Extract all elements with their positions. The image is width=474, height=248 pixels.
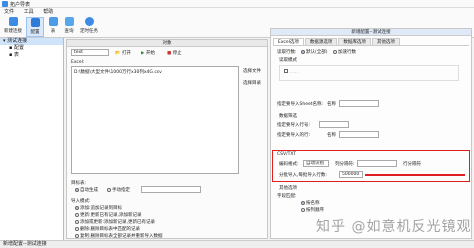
read-default-radio[interactable]: 默认(全部) [301, 49, 328, 55]
object-panel: 对象 text 📂 打开 ▶ 开始 ■ 停止 Excel: D:\数据\大型文件… [66, 39, 268, 239]
start-button[interactable]: ▶ 开始 [141, 50, 155, 56]
menu-tools[interactable]: 工具 [24, 9, 34, 15]
menu-bar: 文件 工具 帮助 [0, 8, 474, 16]
mode-update-radio[interactable]: 更新:更新已有记录,添加新记录 [75, 212, 141, 218]
row-separator-label: 行分隔符 [403, 162, 421, 167]
tab-excel-options[interactable]: Excel选项 [273, 38, 304, 45]
clock-icon [84, 17, 94, 26]
other-section: 其他选项 [279, 186, 297, 191]
choose-dir-button[interactable]: 选择目录 [243, 80, 261, 86]
stop-button[interactable]: ■ 停止 [167, 50, 182, 56]
batch-rows-input[interactable]: 500000 [339, 171, 363, 178]
scheduled-task-button[interactable]: 定时任务 [78, 17, 100, 37]
encoding-label: 编码格式: [279, 162, 299, 167]
choose-file-button[interactable]: 选择文件 [243, 68, 261, 74]
open-button[interactable]: 📂 打开 [115, 50, 131, 56]
file-type-select[interactable]: text [71, 49, 109, 56]
table-icon [48, 17, 58, 26]
config-tabs: Excel选项 数据源选项 数据库选项 其他选项 [273, 38, 401, 45]
read-rows-label: 读取行数: [277, 50, 297, 55]
table-button[interactable]: 表 [46, 17, 60, 37]
target-table-input[interactable] [141, 186, 201, 193]
match-name-radio[interactable]: 按名称 [301, 200, 320, 206]
status-text: 新增配置--测试连接 [3, 241, 47, 247]
tree-node-table[interactable]: ▪ 表 [0, 52, 63, 59]
app-title: 拓户导表 [10, 2, 31, 8]
tab-datasource-options[interactable]: 数据源选项 [304, 38, 338, 45]
mode-append-update-radio[interactable]: 添加或更新:添加新记录,更新已有记录 [75, 219, 155, 225]
target-label: 目标表: [71, 181, 87, 186]
mode-copy-radio[interactable]: 复制:删除目标表全部记录并重新导入数据 [75, 233, 163, 239]
config-icon [30, 18, 40, 27]
tab-other-options[interactable]: 其他选项 [371, 38, 400, 45]
condition-input[interactable] [339, 131, 379, 138]
csv-txt-highlight: CSV/TXT 编码格式: 自动识别 列分隔符: 行分隔符 分批导入,每批导入行… [272, 150, 470, 182]
filter-section: 数据筛选 [279, 114, 297, 119]
sheet-name-label: 名称 [327, 102, 336, 107]
read-mode-option[interactable]: …… [284, 69, 298, 75]
watermark-text: 知乎 @如意机反光镜观 [316, 219, 472, 235]
config-panel-header: 新增配置--测试连接 [271, 29, 471, 36]
import-mode-label: 导入模式: [71, 199, 91, 204]
batch-underline [365, 174, 465, 176]
status-bar: 新增配置--测试连接 [0, 240, 474, 248]
mode-delete-radio[interactable]: 删除:删除目标表中匹配的记录 [75, 226, 140, 232]
config-button[interactable]: 配置 [26, 17, 44, 37]
title-bar: 拓户导表 [0, 0, 474, 8]
query-button[interactable]: 查询 [62, 17, 76, 37]
object-panel-header: 对象 [67, 40, 267, 47]
manual-specify-radio[interactable]: 手动指定 [107, 187, 130, 193]
sheet-label: 指定要导入Sheet名称: [277, 102, 324, 107]
source-label: Excel: [71, 60, 85, 65]
filter-row-label: 指定要导入的行: [277, 133, 311, 138]
tab-database-options[interactable]: 数据库选项 [338, 38, 371, 45]
read-mode-section: 读取模式 [279, 58, 297, 63]
header-row-input[interactable] [319, 121, 349, 128]
tree-node-connection[interactable]: ▾ 测试连接 [0, 38, 63, 45]
sheet-name-input[interactable] [339, 100, 379, 107]
encoding-select[interactable]: 自动识别 [303, 160, 329, 167]
separator-input[interactable] [357, 160, 397, 167]
read-mode-box: …… [279, 65, 459, 81]
source-path-text: D:\数据\大型文件\1000万行x30列x4G.csv [74, 70, 162, 75]
match-order-radio[interactable]: 按列顺序 [301, 207, 324, 213]
batch-label: 分批导入,每批导入行数: [279, 173, 327, 178]
source-path-area[interactable]: D:\数据\大型文件\1000万行x30列x4G.csv [71, 66, 239, 174]
csv-section-title: CSV/TXT [277, 152, 297, 157]
config-panel: 新增配置--测试连接 Excel选项 数据源选项 数据库选项 其他选项 读取行数: 默… [270, 28, 472, 239]
tab-divider [273, 45, 469, 46]
header-row-label: 指定要导入行号: [277, 123, 311, 128]
auto-create-radio[interactable]: 自动生成 [75, 187, 98, 193]
app-logo-icon [2, 1, 8, 7]
field-match-label: 字段匹配: [277, 194, 297, 199]
read-limit-radio[interactable]: 加速行数 [333, 49, 356, 55]
connection-tree: ▾ 测试连接 ▪ 配置 ▪ 表 [0, 38, 64, 240]
condition-label: 名称 [327, 133, 336, 138]
tree-node-config[interactable]: ▪ 配置 [0, 45, 63, 52]
menu-file[interactable]: 文件 [4, 9, 14, 15]
query-icon [64, 17, 74, 26]
menu-help[interactable]: 帮助 [43, 9, 53, 15]
new-connection-button[interactable]: 新建连接 [2, 17, 24, 37]
add-connection-icon [8, 17, 18, 26]
mode-append-radio[interactable]: 添加:追加记录到目标 [75, 205, 122, 211]
separator-label: 列分隔符: [335, 162, 355, 167]
